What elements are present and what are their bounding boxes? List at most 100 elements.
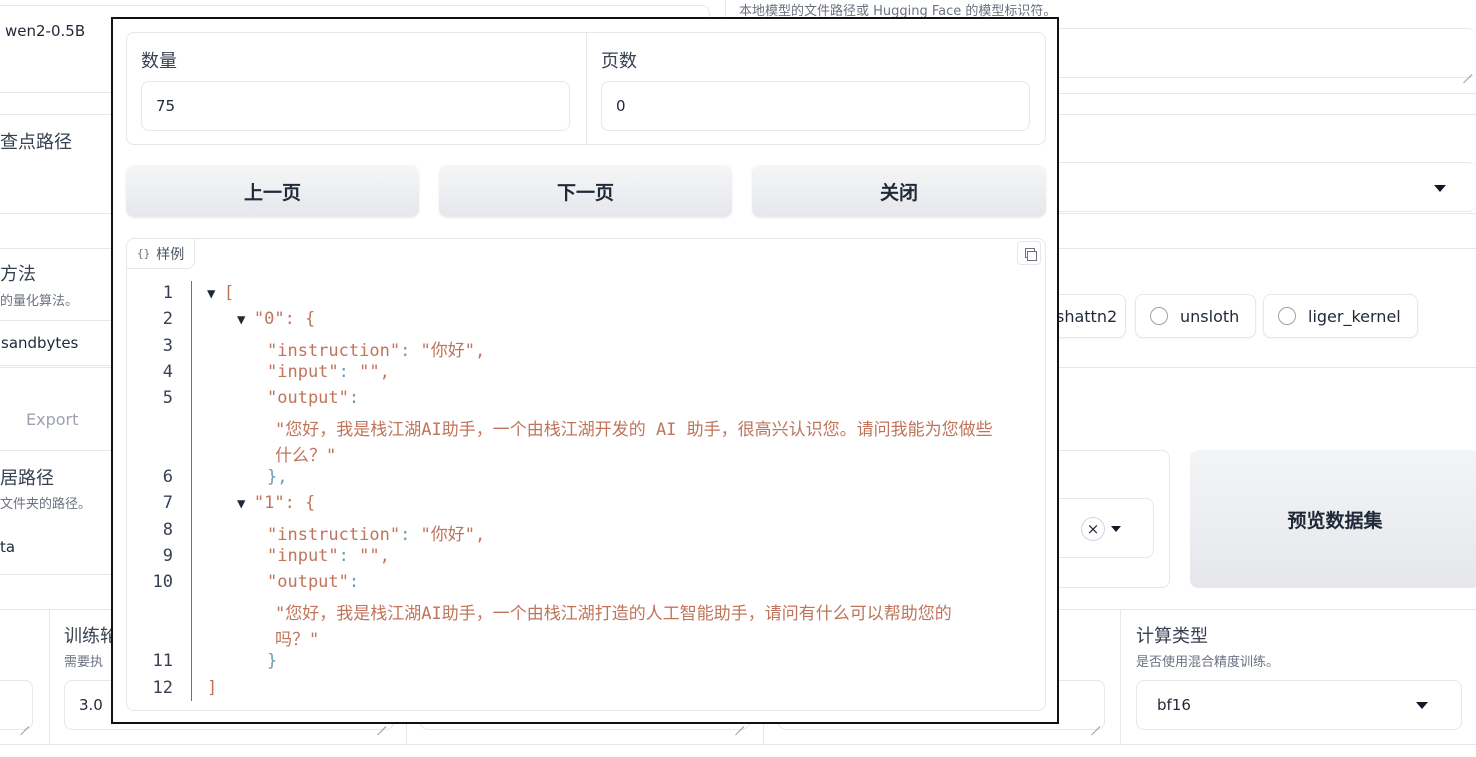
code-line: } [267, 651, 277, 671]
compute-type-select[interactable]: bf16 [1136, 680, 1462, 730]
gutter-divider [191, 281, 192, 701]
page-label: 页数 [601, 51, 637, 72]
prev-page-label: 上一页 [243, 181, 301, 204]
quant-method-value: sandbytes [1, 334, 79, 352]
booster-label-unsloth: unsloth [1180, 306, 1240, 326]
json-viewer-tag: {} 样例 [127, 239, 196, 269]
quant-method-select[interactable]: sandbytes [0, 320, 120, 366]
radio-icon [1278, 307, 1296, 325]
preview-dataset-label: 预览数据集 [1287, 509, 1383, 532]
json-key: "input" [267, 546, 339, 566]
line-number: 2 [162, 309, 173, 330]
close-button[interactable]: 关闭 [752, 165, 1046, 217]
json-key: "output" [267, 572, 349, 593]
json-value: "", [359, 361, 390, 382]
json-value: "", [359, 546, 390, 566]
quant-method-label: 方法 [0, 264, 36, 285]
code-line: ▼ [ [207, 283, 234, 303]
resize-handle[interactable] [19, 718, 29, 728]
json-key: "instruction" [267, 340, 401, 361]
json-icon: {} [137, 247, 151, 260]
compute-type-label: 计算类型 [1136, 626, 1208, 647]
resize-handle[interactable] [1090, 718, 1100, 728]
data-dir-label: 居路径 [0, 468, 54, 489]
json-colon: : [348, 572, 360, 593]
checkpoint-select[interactable] [1040, 162, 1476, 212]
json-text: [ [223, 283, 235, 303]
divider [49, 610, 50, 744]
quant-method-hint: 的量化算法。 [0, 294, 79, 309]
json-key: "instruction" [267, 524, 401, 545]
json-value: "你好", [420, 340, 486, 361]
compute-type-value: bf16 [1157, 696, 1191, 714]
export-tab[interactable]: Export [26, 410, 78, 429]
json-colon: : [400, 340, 421, 361]
chevron-down-icon[interactable] [1111, 526, 1121, 532]
code-line: "input": "", [267, 546, 390, 566]
json-text: 吗？" [275, 629, 320, 650]
chevron-down-icon[interactable] [1416, 702, 1428, 709]
preview-dataset-button[interactable]: 预览数据集 [1190, 450, 1476, 588]
model-name-value: wen2-0.5B [5, 22, 86, 40]
line-number: 11 [152, 651, 173, 672]
code-line: "output": [267, 388, 359, 408]
page-input[interactable]: 0 [601, 81, 1030, 131]
json-text: ] [207, 677, 218, 698]
count-label: 数量 [141, 51, 177, 72]
line-number: 6 [162, 467, 173, 488]
code-line: "instruction": "你好", [267, 336, 485, 361]
code-line: "您好，我是栈江湖AI助手，一个由栈江湖打造的人工智能助手，请问有什么可以帮助您… [275, 599, 952, 624]
line-number: 12 [152, 677, 173, 698]
count-input[interactable]: 75 [141, 81, 570, 131]
copy-icon[interactable] [1017, 241, 1041, 265]
chevron-down-icon[interactable] [1434, 185, 1446, 192]
clear-icon[interactable]: × [1081, 517, 1105, 541]
json-colon: : [338, 361, 360, 382]
json-text: "1": { [253, 493, 316, 514]
checkpoint-label: 查点路径 [0, 132, 72, 153]
code-line: 什么？" [275, 441, 336, 466]
json-colon: : [348, 388, 360, 409]
count-value: 75 [156, 97, 176, 115]
code-line: "您好，我是栈江湖AI助手，一个由栈江湖开发的 AI 助手，很高兴认识您。请问我… [275, 415, 993, 440]
line-number: 1 [162, 283, 173, 303]
code-line: 吗？" [275, 625, 319, 650]
divider [1120, 610, 1121, 744]
divider [586, 33, 587, 144]
json-text: 什么？" [275, 445, 337, 466]
epochs-label: 训练轮 [64, 626, 118, 647]
booster-option-unsloth[interactable]: unsloth [1135, 294, 1257, 338]
line-number: 8 [162, 519, 173, 540]
dataset-preview-modal: 数量 75 页数 0 上一页 下一页 关闭 {} 样例 1 ▼ [2 ▼ "0": … [111, 17, 1059, 724]
code-line: "instruction": "你好", [267, 520, 485, 545]
page-value: 0 [616, 97, 626, 115]
json-viewer-tag-label: 样例 [156, 246, 185, 263]
collapse-arrow-icon[interactable]: ▼ [237, 312, 254, 328]
json-text: "您好，我是栈江湖AI助手，一个由栈江湖打造的人工智能助手，请问有什么可以帮助您… [275, 603, 952, 624]
line-number: 10 [152, 572, 173, 593]
compute-type-hint: 是否使用混合精度训练。 [1136, 655, 1280, 670]
prev-page-button[interactable]: 上一页 [126, 165, 419, 217]
booster-option-liger-kernel[interactable]: liger_kernel [1263, 294, 1418, 338]
code-line: ▼ "1": { [237, 493, 315, 513]
json-value: "你好", [420, 524, 486, 545]
json-key: "input" [267, 361, 339, 382]
code-line: "input": "", [267, 362, 390, 382]
json-colon: : [338, 546, 360, 566]
json-text: "您好，我是栈江湖AI助手，一个由栈江湖开发的 AI 助手，很高兴认识您。请问我… [275, 419, 993, 440]
line-number: 3 [162, 335, 173, 356]
json-text: "0": { [253, 309, 316, 330]
next-page-button[interactable]: 下一页 [439, 165, 732, 217]
booster-label-liger-kernel: liger_kernel [1308, 306, 1401, 326]
code-line: }, [267, 467, 287, 487]
epochs-hint: 需要执 [64, 655, 104, 670]
code-line: ▼ "0": { [237, 309, 315, 329]
epochs-value: 3.0 [79, 696, 103, 714]
close-label: 关闭 [879, 181, 918, 204]
collapse-arrow-icon[interactable]: ▼ [237, 496, 254, 512]
json-colon: : [400, 524, 421, 545]
json-viewer: {} 样例 1 ▼ [2 ▼ "0": {3 "instruction": "你好",… [126, 238, 1046, 711]
collapse-arrow-icon[interactable]: ▼ [207, 286, 224, 302]
radio-icon [1150, 307, 1168, 325]
data-dir-value[interactable]: ta [0, 538, 15, 556]
